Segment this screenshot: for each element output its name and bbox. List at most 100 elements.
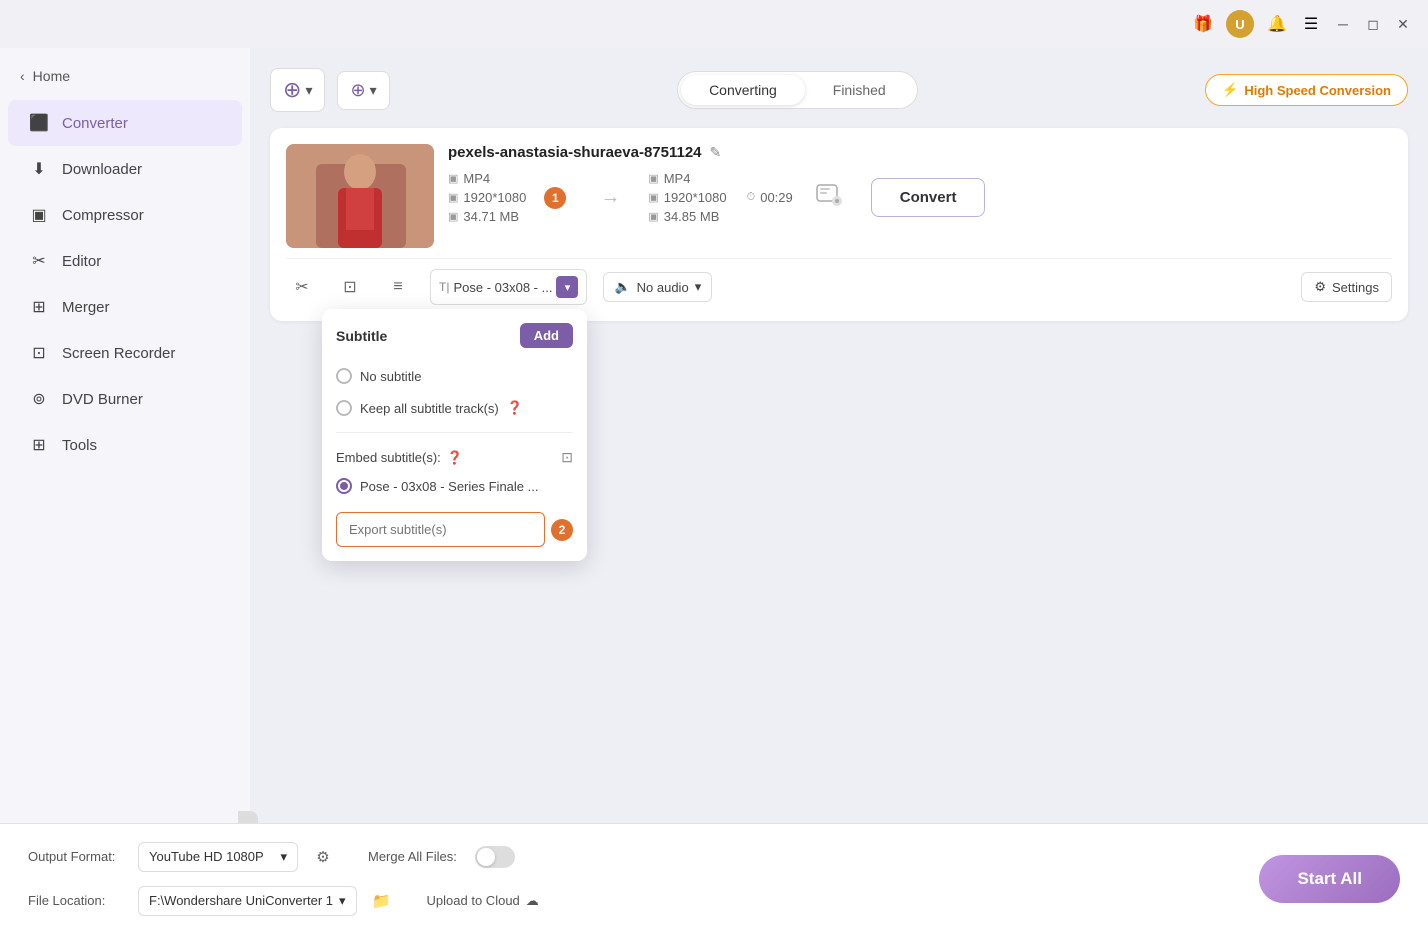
start-all-button[interactable]: Start All	[1259, 855, 1400, 903]
embed-subtitle-radio[interactable]	[336, 478, 352, 494]
output-format-settings-icon[interactable]: ⚙	[308, 842, 338, 872]
lightning-icon: ⚡	[1222, 82, 1238, 98]
keep-all-subtitles-option[interactable]: Keep all subtitle track(s) ❓	[336, 392, 573, 424]
bell-icon[interactable]: 🔔	[1266, 13, 1288, 35]
subtitle-dropdown-arrow[interactable]: ▾	[556, 276, 578, 298]
crop-tool-button[interactable]: ⊡	[334, 271, 366, 303]
embed-row: Embed subtitle(s): ❓ ⊡	[336, 441, 573, 470]
sidebar-item-label-merger: Merger	[62, 299, 110, 316]
menu-icon[interactable]: ☰	[1300, 13, 1322, 35]
gift-icon[interactable]: 🎁	[1192, 13, 1214, 35]
src-resolution: ▣ 1920*1080	[448, 190, 526, 205]
settings-gear-icon: ⚙	[1314, 279, 1326, 295]
high-speed-label: High Speed Conversion	[1244, 83, 1391, 98]
add-files-arrow: ▾	[370, 82, 377, 99]
sidebar: ‹ Home ⬛ Converter ⬇ Downloader ▣ Compre…	[0, 48, 250, 823]
embed-help-icon[interactable]: ❓	[447, 450, 463, 466]
embed-subtitle-option[interactable]: Pose - 03x08 - Series Finale ...	[336, 470, 573, 502]
sidebar-item-dvd-burner[interactable]: ⊚ DVD Burner	[8, 376, 242, 422]
output-format-arrow: ▾	[280, 849, 287, 865]
minimize-button[interactable]: ─	[1334, 15, 1352, 33]
format-icon: ▣	[448, 172, 458, 185]
subtitle-dropdown-panel: Subtitle Add No subtitle Keep all subtit…	[322, 309, 587, 561]
merge-files-toggle[interactable]	[475, 846, 515, 868]
sidebar-item-downloader[interactable]: ⬇ Downloader	[8, 146, 242, 192]
embed-label: Embed subtitle(s):	[336, 450, 441, 465]
tools-icon: ⊞	[28, 434, 50, 456]
merge-files-label: Merge All Files:	[368, 849, 457, 864]
sidebar-item-label-tools: Tools	[62, 437, 97, 454]
output-format-value: YouTube HD 1080P	[149, 849, 264, 864]
file-info: pexels-anastasia-shuraeva-8751124 ✎ ▣ MP…	[448, 144, 1392, 224]
screen-recorder-icon: ⊡	[28, 342, 50, 364]
output-settings-icon[interactable]	[815, 181, 843, 214]
subtitle-selector[interactable]: T| Pose - 03x08 - ... ▾	[430, 269, 587, 305]
sidebar-item-editor[interactable]: ✂ Editor	[8, 238, 242, 284]
effects-tool-button[interactable]: ≡	[382, 271, 414, 303]
file-card-tools: ✂ ⊡ ≡ T| Pose - 03x08 - ... ▾ 🔈 No audio…	[286, 258, 1392, 305]
file-location-select[interactable]: F:\Wondershare UniConverter 1 ▾	[138, 886, 357, 916]
tab-finished[interactable]: Finished	[805, 75, 914, 105]
downloader-icon: ⬇	[28, 158, 50, 180]
add-files-button[interactable]: ⊕ ▾	[337, 71, 389, 110]
file-location-arrow: ▾	[339, 893, 346, 909]
output-format-select[interactable]: YouTube HD 1080P ▾	[138, 842, 298, 872]
output-format-label: Output Format:	[28, 849, 128, 864]
toolbar-left: ⊕ ▾ ⊕ ▾	[270, 68, 390, 112]
back-arrow-icon: ‹	[20, 68, 25, 84]
dst-resolution-icon: ▣	[648, 191, 658, 204]
add-file-button[interactable]: ⊕ ▾	[270, 68, 325, 112]
edit-filename-icon[interactable]: ✎	[710, 144, 722, 161]
no-subtitle-option[interactable]: No subtitle	[336, 360, 573, 392]
dst-format: ▣ MP4	[648, 171, 726, 186]
file-name: pexels-anastasia-shuraeva-8751124	[448, 144, 702, 161]
tab-converting[interactable]: Converting	[681, 75, 805, 105]
avatar[interactable]: U	[1226, 10, 1254, 38]
export-subtitle-input[interactable]	[336, 512, 545, 547]
audio-selector[interactable]: 🔈 No audio ▾	[603, 272, 712, 302]
sidebar-collapse-button[interactable]: ‹	[238, 811, 258, 823]
arrow-right-icon: →	[600, 186, 620, 209]
step-badge-1: 1	[544, 187, 566, 209]
toolbar: ⊕ ▾ ⊕ ▾ Converting Finished ⚡ High Speed…	[270, 68, 1408, 112]
tab-group: Converting Finished	[677, 71, 918, 109]
dest-meta: ▣ MP4 ▣ 1920*1080 ▣ 34.85 MB	[648, 171, 726, 224]
video-thumbnail	[286, 144, 434, 248]
src-format: ▣ MP4	[448, 171, 526, 186]
close-button[interactable]: ✕	[1394, 15, 1412, 33]
sidebar-item-label-compressor: Compressor	[62, 207, 144, 224]
no-subtitle-radio[interactable]	[336, 368, 352, 384]
maximize-button[interactable]: ◻	[1364, 15, 1382, 33]
sidebar-item-label-converter: Converter	[62, 115, 128, 132]
back-button[interactable]: ‹ Home	[0, 60, 250, 100]
dropdown-header: Subtitle Add	[336, 323, 573, 348]
file-location-folder-icon[interactable]: 📁	[367, 886, 397, 916]
sidebar-item-label-dvd-burner: DVD Burner	[62, 391, 143, 408]
embed-edit-icon[interactable]: ⊡	[561, 449, 573, 466]
sidebar-item-tools[interactable]: ⊞ Tools	[8, 422, 242, 468]
convert-button[interactable]: Convert	[871, 178, 986, 217]
sidebar-item-converter[interactable]: ⬛ Converter	[8, 100, 242, 146]
file-meta-row: ▣ MP4 ▣ 1920*1080 ▣ 34.71 MB	[448, 171, 1392, 224]
keep-all-help-icon[interactable]: ❓	[507, 400, 523, 416]
settings-button[interactable]: ⚙ Settings	[1301, 272, 1392, 302]
upload-cloud-button[interactable]: Upload to Cloud ☁	[427, 893, 539, 909]
editor-icon: ✂	[28, 250, 50, 272]
no-subtitle-label: No subtitle	[360, 369, 421, 384]
src-size: ▣ 34.71 MB	[448, 209, 526, 224]
add-files-icon: ⊕	[350, 80, 365, 101]
sidebar-item-compressor[interactable]: ▣ Compressor	[8, 192, 242, 238]
high-speed-button[interactable]: ⚡ High Speed Conversion	[1205, 74, 1408, 106]
keep-all-radio[interactable]	[336, 400, 352, 416]
dst-resolution: ▣ 1920*1080	[648, 190, 726, 205]
sidebar-item-screen-recorder[interactable]: ⊡ Screen Recorder	[8, 330, 242, 376]
add-subtitle-button[interactable]: Add	[520, 323, 573, 348]
home-label: Home	[33, 68, 70, 84]
cut-tool-button[interactable]: ✂	[286, 271, 318, 303]
titlebar: 🎁 U 🔔 ☰ ─ ◻ ✕	[0, 0, 1428, 48]
dst-duration: ⏱ 00:29	[747, 190, 793, 205]
sidebar-item-merger[interactable]: ⊞ Merger	[8, 284, 242, 330]
main-content: ⊕ ▾ ⊕ ▾ Converting Finished ⚡ High Speed…	[250, 48, 1428, 823]
dropdown-divider	[336, 432, 573, 433]
dst-size-icon: ▣	[648, 210, 658, 223]
